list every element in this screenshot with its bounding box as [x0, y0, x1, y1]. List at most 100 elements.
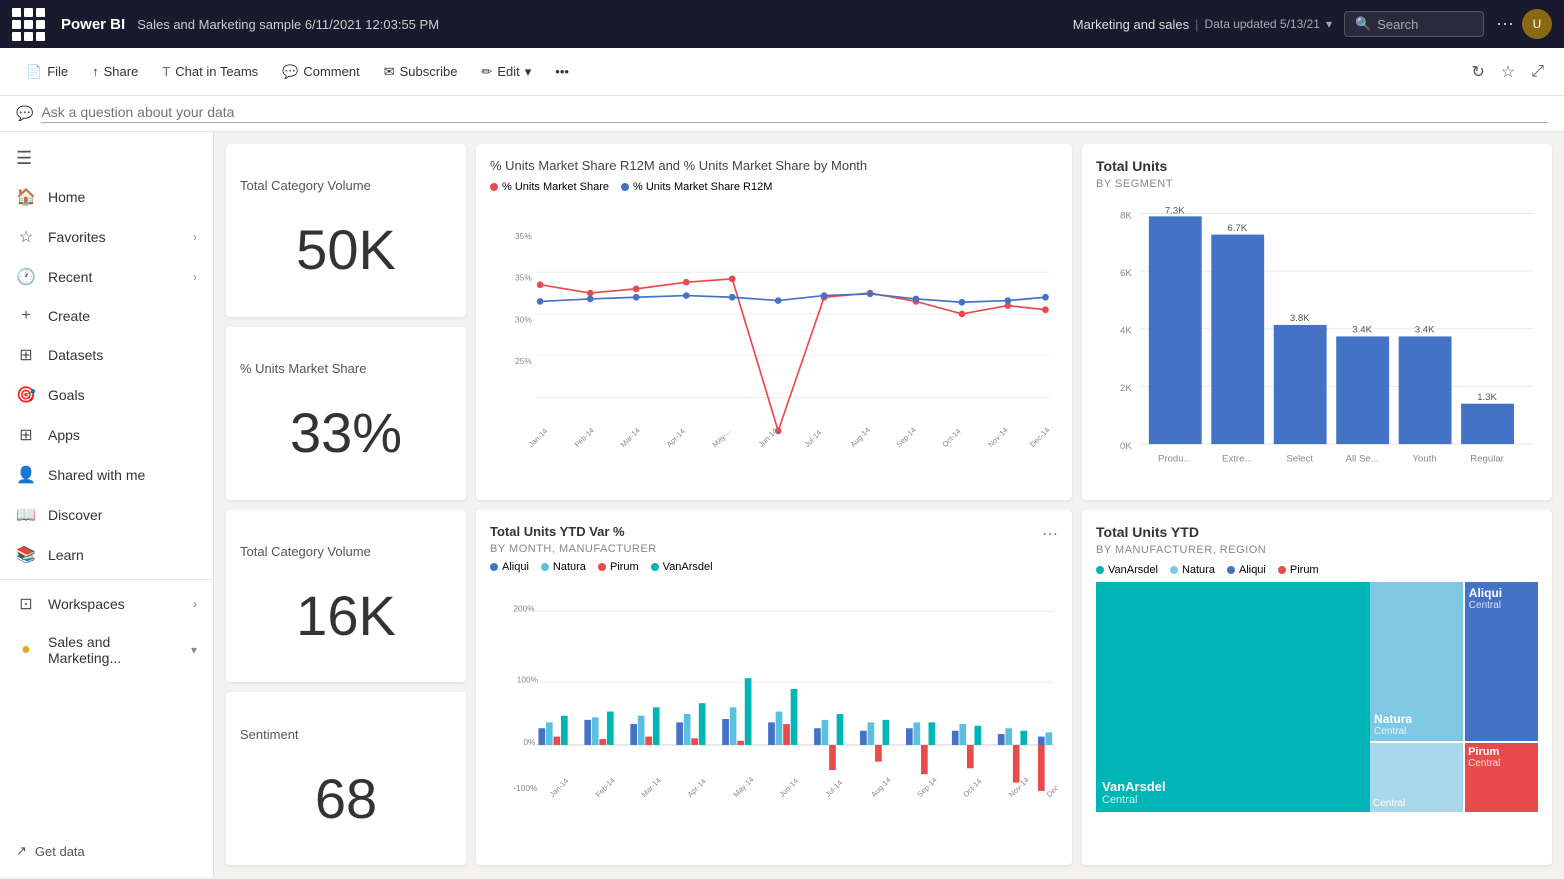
discover-icon: 📖 — [16, 505, 36, 525]
legend-label: VanArsdel — [1108, 564, 1158, 576]
comment-button[interactable]: 💬 Comment — [272, 58, 370, 86]
card-title: Sentiment — [240, 727, 452, 742]
svg-text:6.7K: 6.7K — [1227, 223, 1247, 234]
sidebar: ☰ 🏠 Home ☆ Favorites › 🕐 Recent › + Crea… — [0, 132, 214, 877]
total-units-ytd-var-card: Total Units YTD Var % BY MONTH, MANUFACT… — [476, 510, 1072, 866]
svg-text:Nov-14: Nov-14 — [986, 426, 1009, 449]
svg-text:Extre...: Extre... — [1222, 453, 1252, 464]
svg-text:2K: 2K — [1120, 383, 1132, 394]
legend-vanarsdel: VanArsdel — [1096, 564, 1158, 576]
treemap-vanarsdel[interactable]: VanArsdel Central — [1096, 582, 1370, 812]
bookmark-icon[interactable]: ☆ — [1497, 58, 1519, 86]
svg-text:Feb-14: Feb-14 — [573, 426, 596, 449]
treemap-right-column: Natura Central Aliqui Central Central — [1370, 582, 1538, 812]
legend-dot-blue — [621, 183, 629, 191]
fullscreen-icon[interactable]: ⤢ — [1527, 59, 1548, 85]
sidebar-divider — [0, 579, 213, 580]
legend-dot-red — [490, 183, 498, 191]
sidebar-item-home[interactable]: 🏠 Home — [0, 177, 213, 217]
file-button[interactable]: 📄 File — [16, 58, 78, 86]
edit-icon: ✏ — [481, 64, 492, 80]
legend-item-market-share: % Units Market Share — [490, 181, 609, 193]
legend-item-r12m: % Units Market Share R12M — [621, 181, 772, 193]
treemap-container[interactable]: VanArsdel Central Natura Central Aliqui … — [1096, 582, 1538, 812]
sidebar-item-learn[interactable]: 📚 Learn — [0, 535, 213, 575]
search-bar[interactable]: 🔍 Search — [1344, 11, 1484, 37]
legend-pirum: Pirum — [1278, 564, 1319, 576]
sidebar-item-label: Datasets — [48, 347, 197, 363]
more-options-button[interactable]: ••• — [545, 58, 579, 85]
sidebar-item-goals[interactable]: 🎯 Goals — [0, 375, 213, 415]
treemap-natura-region: Central — [1374, 726, 1459, 737]
more-icon[interactable]: ⋯ — [1496, 14, 1514, 35]
workspaces-icon: ⊡ — [16, 594, 36, 614]
chevron-down-icon[interactable]: ▾ — [1326, 17, 1332, 31]
sidebar-item-workspaces[interactable]: ⊡ Workspaces › — [0, 584, 213, 624]
bar-chart-svg: 8K 6K 4K 2K 0K 7.3K 6.7K — [1096, 198, 1538, 498]
report-title: Sales and Marketing sample 6/11/2021 12:… — [137, 17, 1061, 32]
top-nav-actions: ⋯ U — [1496, 9, 1552, 39]
sidebar-item-label: Discover — [48, 507, 197, 523]
edit-button[interactable]: ✏ Edit ▾ — [471, 58, 541, 86]
sidebar-item-label: Goals — [48, 387, 197, 403]
sidebar-item-label: Home — [48, 189, 197, 205]
treemap-aliqui[interactable]: Aliqui Central — [1465, 582, 1538, 741]
dashboard: Total Category Volume 50K % Units Market… — [214, 132, 1564, 877]
file-label: File — [47, 64, 68, 79]
ellipsis-icon: ••• — [555, 64, 569, 79]
sidebar-item-sales-marketing[interactable]: ● Sales and Marketing... ▾ — [0, 624, 213, 676]
sidebar-item-discover[interactable]: 📖 Discover — [0, 495, 213, 535]
treemap-natura-bottom[interactable]: Central — [1370, 743, 1463, 812]
refresh-icon[interactable]: ↻ — [1467, 58, 1488, 86]
shared-icon: 👤 — [16, 465, 36, 485]
sidebar-item-create[interactable]: + Create — [0, 297, 213, 335]
legend-label: Pirum — [610, 561, 639, 573]
sidebar-item-recent[interactable]: 🕐 Recent › — [0, 257, 213, 297]
share-button[interactable]: ↑ Share — [82, 58, 148, 85]
svg-text:200%: 200% — [513, 603, 535, 613]
sidebar-toggle[interactable]: ☰ — [0, 140, 213, 177]
subscribe-button[interactable]: ✉ Subscribe — [374, 58, 468, 86]
edit-chevron-icon: ▾ — [525, 64, 532, 80]
svg-text:Youth: Youth — [1413, 453, 1437, 464]
card-title: Total Category Volume — [240, 178, 452, 193]
get-data-button[interactable]: ↗ Get data — [0, 833, 213, 869]
chevron-right-icon: › — [193, 597, 197, 611]
more-options-icon[interactable]: ⋯ — [1042, 524, 1058, 544]
app-grid-icon[interactable] — [12, 8, 45, 41]
subscribe-icon: ✉ — [384, 64, 395, 80]
sidebar-item-label: Workspaces — [48, 596, 181, 612]
svg-text:Apr-14: Apr-14 — [686, 776, 708, 798]
favorites-icon: ☆ — [16, 227, 36, 247]
sidebar-item-apps[interactable]: ⊞ Apps — [0, 415, 213, 455]
qna-input[interactable] — [41, 104, 1548, 123]
sidebar-item-datasets[interactable]: ⊞ Datasets — [0, 335, 213, 375]
get-data-icon: ↗ — [16, 843, 27, 859]
bottom-left-column: Total Category Volume 16K Sentiment 68 — [226, 510, 466, 866]
sidebar-item-favorites[interactable]: ☆ Favorites › — [0, 217, 213, 257]
line-chart-card: % Units Market Share R12M and % Units Ma… — [476, 144, 1072, 500]
legend-dot-lightblue — [1170, 566, 1178, 574]
legend-dot-blue — [490, 563, 498, 571]
sidebar-item-label: Sales and Marketing... — [48, 634, 179, 666]
svg-text:Jul-14: Jul-14 — [823, 778, 844, 799]
treemap-pirum[interactable]: Pirum Central — [1465, 743, 1538, 812]
recent-icon: 🕐 — [16, 267, 36, 287]
total-category-volume-bottom-value: 16K — [240, 583, 452, 648]
treemap-natura[interactable]: Natura Central — [1370, 582, 1463, 741]
card-header: Total Units YTD Var % BY MONTH, MANUFACT… — [490, 524, 1058, 555]
line-chart-svg: 35% 35% 30% 25% — [490, 199, 1058, 479]
left-column: Total Category Volume 50K % Units Market… — [226, 144, 466, 500]
apps-icon: ⊞ — [16, 425, 36, 445]
ytd-title: Total Units YTD — [1096, 524, 1538, 540]
report-info: Marketing and sales | Data updated 5/13/… — [1073, 17, 1332, 32]
chat-in-teams-button[interactable]: T Chat in Teams — [152, 58, 268, 85]
svg-text:3.8K: 3.8K — [1290, 313, 1310, 324]
user-avatar[interactable]: U — [1522, 9, 1552, 39]
total-category-volume-bottom-card: Total Category Volume 16K — [226, 510, 466, 683]
legend-dot-teal — [651, 563, 659, 571]
legend-dot-teal — [1096, 566, 1104, 574]
sidebar-item-shared[interactable]: 👤 Shared with me — [0, 455, 213, 495]
card-title: Total Category Volume — [240, 544, 452, 559]
treemap-bottom-row: Central Pirum Central — [1370, 743, 1538, 812]
